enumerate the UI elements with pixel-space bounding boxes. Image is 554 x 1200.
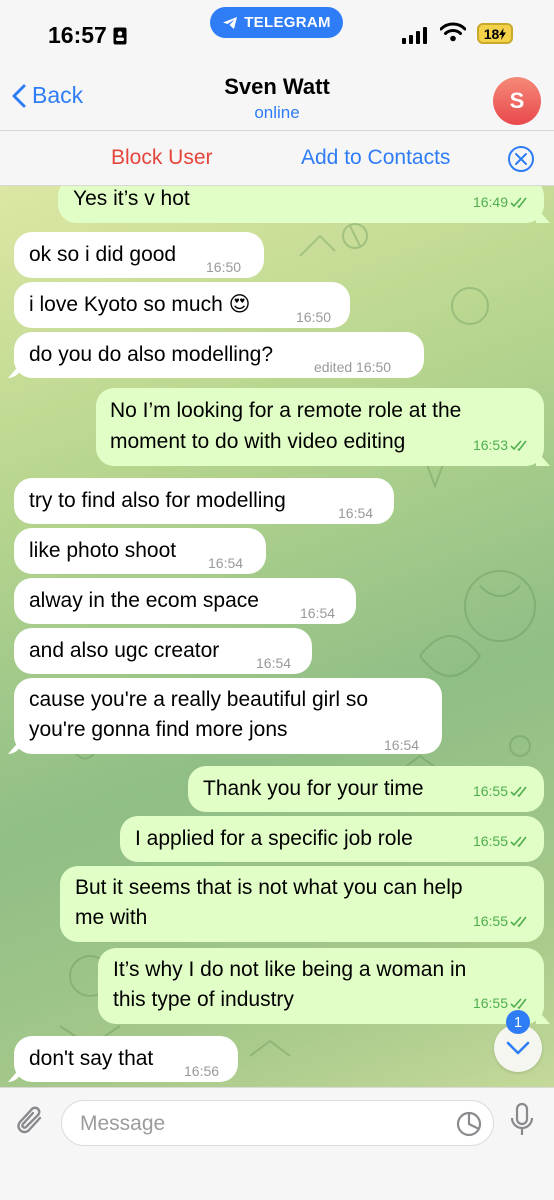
double-check-icon bbox=[510, 915, 527, 927]
message-bubble-outgoing[interactable]: No I’m looking for a remote role at the … bbox=[96, 388, 550, 466]
double-check-icon bbox=[510, 785, 527, 797]
message-composer: Message bbox=[0, 1087, 554, 1200]
message-text: ok so i did good bbox=[29, 243, 177, 266]
double-check-icon bbox=[510, 835, 527, 847]
contact-name[interactable]: Sven Watt bbox=[0, 74, 554, 100]
wifi-icon bbox=[440, 22, 466, 42]
message-text: do you do also modelling? bbox=[29, 343, 274, 366]
unread-count-badge: 1 bbox=[506, 1010, 530, 1034]
message-bubble-incoming[interactable]: i love Kyoto so much 😍 16:50 bbox=[14, 282, 350, 328]
contact-status: online bbox=[254, 103, 300, 122]
message-text: don't say that bbox=[29, 1047, 154, 1070]
double-check-icon bbox=[510, 997, 527, 1009]
microphone-icon[interactable] bbox=[510, 1102, 534, 1138]
message-text-line: me with bbox=[75, 906, 148, 929]
chevron-down-icon bbox=[506, 1041, 530, 1055]
close-icon[interactable] bbox=[507, 145, 535, 173]
message-time: 16:49 bbox=[473, 187, 530, 217]
avatar[interactable]: S bbox=[493, 77, 541, 125]
chat-header: Back Sven Watt online S bbox=[0, 66, 554, 130]
double-check-icon bbox=[510, 439, 527, 451]
contact-action-bar: Block User Add to Contacts bbox=[0, 130, 554, 186]
message-text: and also ugc creator bbox=[29, 639, 220, 662]
message-time: 16:54 bbox=[256, 655, 292, 671]
message-bubble-incoming[interactable]: like photo shoot 16:54 bbox=[14, 528, 266, 574]
double-check-icon bbox=[510, 196, 527, 208]
app-return-badge[interactable]: TELEGRAM bbox=[210, 7, 343, 38]
message-text: try to find also for modelling bbox=[29, 489, 286, 512]
paper-plane-icon bbox=[223, 16, 238, 29]
paperclip-icon[interactable] bbox=[16, 1104, 46, 1138]
clock-time: 16:57 bbox=[48, 22, 107, 48]
message-bubble-incoming[interactable]: ok so i did good 16:50 bbox=[14, 232, 264, 278]
message-placeholder: Message bbox=[80, 1112, 166, 1135]
message-list[interactable]: Yes it’s v hot 16:49 ok so i did good 16… bbox=[0, 186, 554, 1087]
message-bubble-incoming[interactable]: try to find also for modelling 16:54 bbox=[14, 478, 394, 524]
message-bubble-incoming[interactable]: cause you're a really beautiful girl so … bbox=[8, 678, 442, 754]
message-bubble-incoming[interactable]: do you do also modelling? edited 16:50 bbox=[8, 332, 424, 378]
message-time: 16:56 bbox=[184, 1063, 220, 1079]
message-text-line: you're gonna find more jons bbox=[29, 718, 288, 741]
message-text-line: this type of industry bbox=[113, 988, 294, 1011]
message-time: 16:54 bbox=[384, 737, 420, 753]
sticker-icon[interactable] bbox=[455, 1110, 483, 1138]
message-bubble-outgoing[interactable]: It’s why I do not like being a woman in … bbox=[98, 948, 550, 1024]
add-to-contacts-button[interactable]: Add to Contacts bbox=[301, 146, 450, 170]
message-time: 16:53 bbox=[473, 430, 530, 460]
message-time: edited 16:50 bbox=[314, 359, 392, 375]
message-text-line: No I’m looking for a remote role at the bbox=[110, 399, 462, 422]
message-time: 16:54 bbox=[300, 605, 336, 621]
message-time: 16:55 bbox=[473, 906, 530, 936]
clock: 16:57 bbox=[48, 22, 127, 49]
battery-indicator: 18 bbox=[477, 23, 513, 44]
message-bubble-outgoing[interactable]: I applied for a specific job role 16:55 bbox=[120, 816, 544, 862]
message-text: Thank you for your time bbox=[203, 777, 424, 800]
message-input[interactable]: Message bbox=[61, 1100, 494, 1146]
app-badge-label: TELEGRAM bbox=[244, 14, 331, 31]
message-bubble-incoming[interactable]: alway in the ecom space 16:54 bbox=[14, 578, 356, 624]
status-bar: 16:57 TELEGRAM 18 bbox=[0, 0, 554, 66]
message-text-line: It’s why I do not like being a woman in bbox=[113, 958, 467, 981]
message-bubble-outgoing[interactable]: But it seems that is not what you can he… bbox=[60, 866, 544, 942]
message-text: alway in the ecom space bbox=[29, 589, 259, 612]
message-time: 16:55 bbox=[473, 776, 530, 806]
message-text: Yes it’s v hot bbox=[73, 187, 190, 210]
charging-bolt-icon bbox=[499, 27, 507, 40]
message-text: like photo shoot bbox=[29, 539, 177, 562]
message-text-line: cause you're a really beautiful girl so bbox=[29, 688, 369, 711]
message-time: 16:55 bbox=[473, 826, 530, 856]
id-card-icon bbox=[113, 27, 127, 44]
message-time: 16:50 bbox=[296, 309, 332, 325]
cellular-signal-icon bbox=[402, 27, 427, 44]
message-bubble-incoming[interactable]: don't say that 16:56 bbox=[8, 1036, 238, 1082]
message-text: I applied for a specific job role bbox=[135, 827, 413, 850]
message-text-line: But it seems that is not what you can he… bbox=[75, 876, 463, 899]
message-text: i love Kyoto so much 😍 bbox=[29, 293, 251, 316]
block-user-button[interactable]: Block User bbox=[111, 146, 213, 170]
message-bubble-incoming[interactable]: and also ugc creator 16:54 bbox=[14, 628, 312, 674]
message-time: 16:54 bbox=[208, 555, 244, 571]
avatar-letter: S bbox=[509, 88, 525, 113]
message-time: 16:54 bbox=[338, 505, 374, 521]
battery-level: 18 bbox=[483, 25, 500, 42]
message-bubble-outgoing[interactable]: Yes it’s v hot 16:49 bbox=[58, 186, 550, 223]
message-time: 16:50 bbox=[206, 259, 242, 275]
message-text-line: moment to do with video editing bbox=[110, 430, 406, 453]
message-bubble-outgoing[interactable]: Thank you for your time 16:55 bbox=[188, 766, 544, 812]
